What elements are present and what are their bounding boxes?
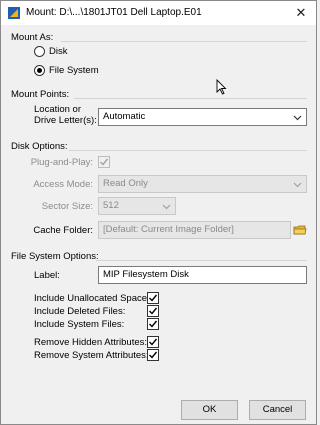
include-deleted-label: Include Deleted Files:: [34, 306, 126, 317]
disk-options-group-label: Disk Options:: [11, 141, 68, 152]
include-deleted-checkbox[interactable]: [147, 305, 159, 317]
remove-hidden-label: Remove Hidden Attributes:: [34, 337, 148, 348]
window-title: Mount: D:\...\1801JT01 Dell Laptop.E01: [26, 7, 202, 18]
app-icon: [8, 7, 20, 19]
mount-dialog: Mount: D:\...\1801JT01 Dell Laptop.E01 ✕…: [0, 0, 317, 425]
plug-and-play-checkbox[interactable]: [98, 156, 110, 168]
mount-points-group-label: Mount Points:: [11, 89, 70, 100]
check-icon: [149, 338, 158, 346]
sector-size-value: 512: [103, 200, 119, 211]
access-mode-dropdown[interactable]: Read Only: [98, 175, 307, 193]
check-icon: [149, 294, 158, 302]
check-icon: [149, 320, 158, 328]
divider: [96, 260, 307, 261]
remove-hidden-checkbox[interactable]: [147, 336, 159, 348]
close-button[interactable]: ✕: [292, 4, 310, 22]
include-unallocated-checkbox[interactable]: [147, 292, 159, 304]
radio-selected-dot: [37, 68, 42, 73]
include-system-checkbox[interactable]: [147, 318, 159, 330]
cache-folder-label: Cache Folder:: [33, 225, 93, 236]
cache-folder-placeholder: [Default: Current Image Folder]: [103, 224, 234, 235]
location-label-line2: Drive Letter(s):: [34, 115, 97, 126]
sector-size-dropdown[interactable]: 512: [98, 197, 176, 215]
check-icon: [149, 351, 158, 359]
location-dropdown[interactable]: Automatic: [98, 108, 307, 126]
access-mode-label: Access Mode:: [33, 179, 93, 190]
radio-disk-label: Disk: [49, 46, 68, 57]
remove-system-attr-checkbox[interactable]: [147, 349, 159, 361]
fs-options-group-label: File System Options:: [11, 251, 99, 262]
chevron-down-icon: [293, 182, 302, 188]
mouse-cursor-icon: [216, 79, 227, 95]
access-mode-value: Read Only: [103, 178, 148, 189]
cancel-button[interactable]: Cancel: [249, 400, 306, 420]
chevron-down-icon: [293, 115, 302, 121]
plug-and-play-label: Plug-and-Play:: [30, 157, 93, 168]
check-icon: [100, 158, 109, 166]
title-bar: Mount: D:\...\1801JT01 Dell Laptop.E01 ✕: [1, 1, 316, 25]
label-field-label: Label:: [34, 270, 60, 281]
cache-folder-input[interactable]: [Default: Current Image Folder]: [98, 221, 291, 239]
folder-browse-icon[interactable]: [293, 223, 307, 237]
label-input[interactable]: MIP Filesystem Disk: [98, 266, 307, 284]
location-label-line1: Location or: [34, 104, 82, 115]
include-unallocated-label: Include Unallocated Space:: [34, 293, 150, 304]
ok-button[interactable]: OK: [181, 400, 238, 420]
divider: [69, 150, 307, 151]
radio-file-system[interactable]: [34, 65, 45, 76]
mount-as-group-label: Mount As:: [11, 32, 54, 43]
include-system-label: Include System Files:: [34, 319, 125, 330]
close-icon: ✕: [295, 5, 307, 20]
label-input-value: MIP Filesystem Disk: [103, 269, 189, 280]
sector-size-label: Sector Size:: [41, 201, 93, 212]
location-value: Automatic: [103, 111, 146, 122]
radio-disk[interactable]: [34, 46, 45, 57]
divider: [74, 98, 307, 99]
chevron-down-icon: [162, 204, 171, 210]
divider: [61, 41, 307, 42]
remove-system-attr-label: Remove System Attributes:: [34, 350, 149, 361]
radio-file-system-label: File System: [49, 65, 99, 76]
check-icon: [149, 307, 158, 315]
